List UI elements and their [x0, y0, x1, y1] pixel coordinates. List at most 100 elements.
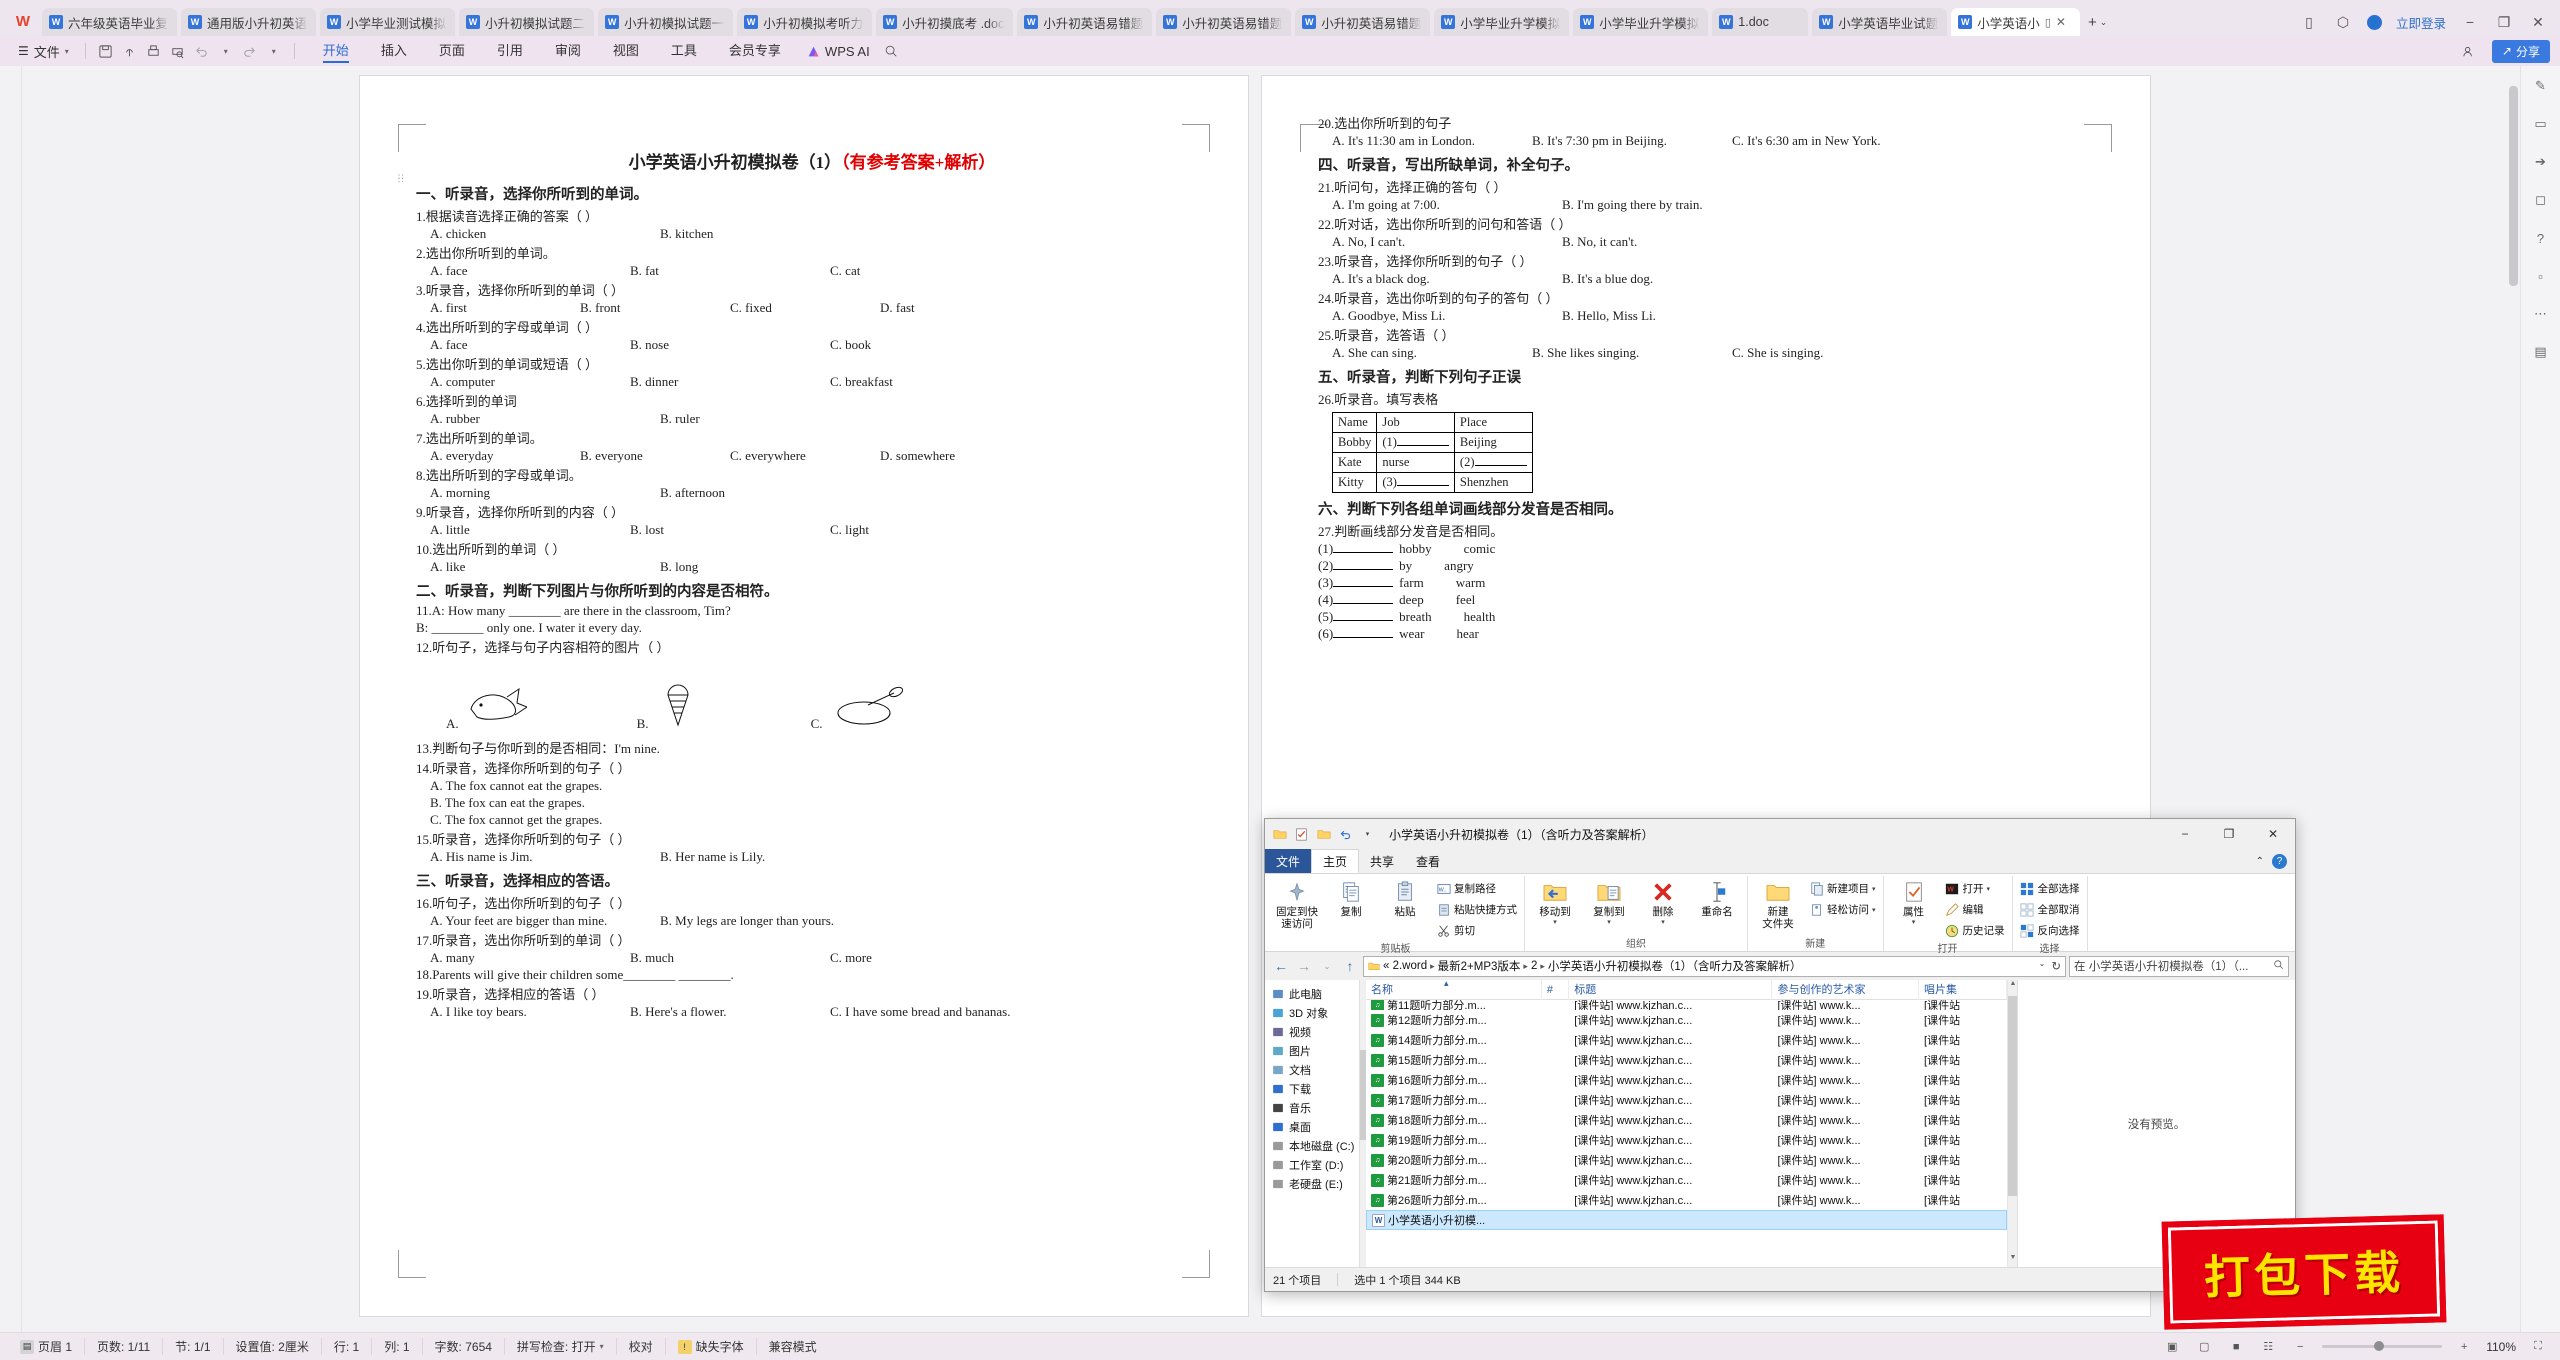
- table-row[interactable]: ♫ 第15题听力部分.m... [课件站] www.kjzhan.c... [课件站]…: [1366, 1050, 2007, 1070]
- document-tab[interactable]: W 小升初摸底考 .doc: [876, 8, 1014, 36]
- zoom-level[interactable]: 110%: [2486, 1340, 2516, 1354]
- search-icon[interactable]: [2273, 959, 2284, 973]
- document-tab[interactable]: W 小学英语毕业试题: [1812, 8, 1948, 36]
- chevron-down-icon[interactable]: ▾: [1872, 885, 1876, 893]
- document-tab[interactable]: W 小升初英语易错题: [1156, 8, 1292, 36]
- document-tab[interactable]: W 小学英语小 ▯ ✕: [1951, 8, 2080, 36]
- zoom-slider[interactable]: [2322, 1341, 2443, 1351]
- up-button[interactable]: ↑: [1340, 958, 1360, 974]
- table-row[interactable]: ♫ 第16题听力部分.m... [课件站] www.kjzhan.c... [课件站]…: [1366, 1070, 2007, 1090]
- status-item[interactable]: 列: 1: [371, 1338, 421, 1355]
- forward-button[interactable]: →: [1294, 958, 1314, 974]
- table-row[interactable]: ♫ 第20题听力部分.m... [课件站] www.kjzhan.c... [课件站]…: [1366, 1150, 2007, 1170]
- table-row[interactable]: ♫ 第18题听力部分.m... [课件站] www.kjzhan.c... [课件站]…: [1366, 1110, 2007, 1130]
- page-2-body[interactable]: 20.选出你所听到的句子 A. It's 11:30 am in London. B…: [1318, 112, 2110, 643]
- collaborate-icon[interactable]: [2458, 40, 2482, 62]
- document-tab[interactable]: W 小升初模拟考听力: [737, 8, 873, 36]
- status-item[interactable]: 页数: 1/11: [84, 1338, 162, 1355]
- properties-quick-icon[interactable]: [1293, 826, 1310, 843]
- table-row[interactable]: ♫ 第21题听力部分.m... [课件站] www.kjzhan.c... [课件站]…: [1366, 1170, 2007, 1190]
- table-row[interactable]: ♫ 第17题听力部分.m... [课件站] www.kjzhan.c... [课件站]…: [1366, 1090, 2007, 1110]
- ribbon-small-button[interactable]: 新建项目 ▾: [1806, 879, 1879, 898]
- ribbon-button[interactable]: 新建 文件夹: [1752, 876, 1804, 930]
- status-item[interactable]: 设置值: 2厘米: [222, 1338, 321, 1355]
- document-tab[interactable]: W 小升初模拟试题二: [459, 8, 595, 36]
- explorer-tab-view[interactable]: 查看: [1405, 849, 1451, 873]
- ribbon-tab-1[interactable]: 插入: [365, 36, 423, 66]
- ribbon-small-button[interactable]: 轻松访问 ▾: [1806, 900, 1879, 919]
- quick-access-dropdown-icon[interactable]: ▾: [262, 40, 286, 62]
- sidebar-item[interactable]: 本地磁盘 (C:): [1269, 1136, 1359, 1155]
- explorer-sidebar[interactable]: 此电脑 3D 对象 视频 图片 文档 下载 音乐 桌面 本地磁盘 (C:) 工作室 (D:) 老硬盘…: [1265, 980, 1360, 1267]
- chevron-down-icon[interactable]: ⌄: [2100, 17, 2108, 28]
- breadcrumb[interactable]: « 2.word ▸ 最新2+MP3版本 ▸ 2 ▸ 小学英语小升初模拟卷（1）…: [1363, 955, 2066, 977]
- column-header-artist[interactable]: 参与创作的艺术家: [1772, 980, 1919, 1000]
- status-item[interactable]: 字数: 7654: [421, 1338, 504, 1355]
- status-item[interactable]: 拼写检查: 打开 ▾: [503, 1338, 616, 1355]
- ribbon-button[interactable]: 复制到 ▾: [1583, 876, 1635, 927]
- sidebar-item[interactable]: 工作室 (D:): [1269, 1155, 1359, 1174]
- ribbon-small-button[interactable]: 历史记录: [1942, 921, 2008, 940]
- document-tab[interactable]: W 小升初模拟试题一: [598, 8, 734, 36]
- document-tab[interactable]: W 小升初英语易错题: [1017, 8, 1153, 36]
- ribbon-tab-6[interactable]: 工具: [655, 36, 713, 66]
- pen-tool-icon[interactable]: ✎: [2529, 76, 2553, 96]
- explorer-tab-share[interactable]: 共享: [1359, 849, 1405, 873]
- file-menu-button[interactable]: ☰ 文件 ▾: [10, 42, 77, 61]
- zoom-in-button[interactable]: +: [2454, 1339, 2474, 1355]
- ribbon-small-button[interactable]: W.. 复制路径: [1433, 879, 1520, 898]
- table-row[interactable]: ♫ 第26题听力部分.m... [课件站] www.kjzhan.c... [课件站]…: [1366, 1190, 2007, 1210]
- avatar[interactable]: 👤: [2366, 14, 2382, 30]
- status-item[interactable]: 节: 1/1: [162, 1338, 222, 1355]
- mobile-icon[interactable]: ▯: [2299, 14, 2319, 31]
- column-header-number[interactable]: #: [1542, 980, 1570, 1000]
- chevron-down-icon[interactable]: ▾: [1607, 919, 1611, 927]
- chevron-down-icon[interactable]: ▾: [600, 1342, 604, 1351]
- breadcrumb-item-1[interactable]: 最新2+MP3版本: [1438, 958, 1521, 974]
- ribbon-small-button[interactable]: 剪切: [1433, 921, 1520, 940]
- ribbon-small-button[interactable]: 编辑: [1942, 900, 2008, 919]
- ribbon-tab-0[interactable]: 开始: [307, 36, 365, 66]
- ribbon-button[interactable]: 粘贴: [1379, 876, 1431, 918]
- ribbon-tab-2[interactable]: 页面: [423, 36, 481, 66]
- print-layout-view-icon[interactable]: ▣: [2162, 1339, 2182, 1355]
- share-button[interactable]: ↗ 分享: [2491, 39, 2550, 63]
- print-icon[interactable]: [142, 40, 166, 62]
- login-link[interactable]: 立即登录: [2396, 13, 2446, 32]
- explorer-minimize-button[interactable]: −: [2163, 819, 2207, 849]
- table-row[interactable]: W 小学英语小升初模...: [1366, 1210, 2007, 1230]
- outline-view-icon[interactable]: ☷: [2258, 1339, 2278, 1355]
- breadcrumb-item-3[interactable]: 小学英语小升初模拟卷（1）（含听力及答案解析）: [1548, 958, 1802, 974]
- ribbon-button[interactable]: 复制: [1325, 876, 1377, 918]
- sidebar-item[interactable]: 音乐: [1269, 1098, 1359, 1117]
- ribbon-small-button[interactable]: W 打开 ▾: [1942, 879, 2008, 898]
- column-header-name[interactable]: 名称 ▴: [1366, 980, 1542, 1000]
- undo-dropdown-icon[interactable]: ▾: [214, 40, 238, 62]
- ribbon-button[interactable]: 移动到 ▾: [1529, 876, 1581, 927]
- ribbon-small-button[interactable]: 全部选择: [2017, 879, 2083, 898]
- save-icon[interactable]: [94, 40, 118, 62]
- column-header-album[interactable]: 唱片集: [1919, 980, 2007, 1000]
- cloud-save-icon[interactable]: [118, 40, 142, 62]
- file-list-scrollbar[interactable]: ▲ ▼: [2007, 980, 2018, 1267]
- chevron-down-icon[interactable]: ▾: [1661, 919, 1665, 927]
- sidebar-item[interactable]: 3D 对象: [1269, 1003, 1359, 1022]
- document-scrollbar[interactable]: [2508, 66, 2519, 1332]
- table-icon[interactable]: ▤: [2529, 342, 2553, 362]
- ribbon-small-button[interactable]: 全部取消: [2017, 900, 2083, 919]
- web-layout-view-icon[interactable]: ■: [2226, 1339, 2246, 1355]
- ribbon-button[interactable]: 属性 ▾: [1888, 876, 1940, 927]
- minimize-button[interactable]: −: [2460, 14, 2480, 30]
- paragraph-handle-icon[interactable]: ∷ ∷: [398, 173, 405, 185]
- back-button[interactable]: ←: [1271, 958, 1291, 974]
- document-page-1[interactable]: ∷ ∷ 小学英语小升初模拟卷（1）（有参考答案+解析） 一、听录音，选择你所听到的…: [360, 76, 1248, 1316]
- note-icon[interactable]: ▫: [2529, 266, 2553, 286]
- file-explorer-window[interactable]: ▾ 小学英语小升初模拟卷（1）（含听力及答案解析） − ❐ ✕ 文件 主页 共享…: [1264, 818, 2296, 1292]
- chevron-down-icon[interactable]: ▾: [1912, 919, 1916, 927]
- undo-icon[interactable]: [190, 40, 214, 62]
- highlight-icon[interactable]: ▭: [2529, 114, 2553, 134]
- search-icon[interactable]: [880, 44, 902, 58]
- ribbon-button[interactable]: 重命名: [1691, 876, 1743, 918]
- table-row[interactable]: ♫ 第12题听力部分.m... [课件站] www.kjzhan.c... [课件站]…: [1366, 1010, 2007, 1030]
- sidebar-item[interactable]: 此电脑: [1269, 984, 1359, 1003]
